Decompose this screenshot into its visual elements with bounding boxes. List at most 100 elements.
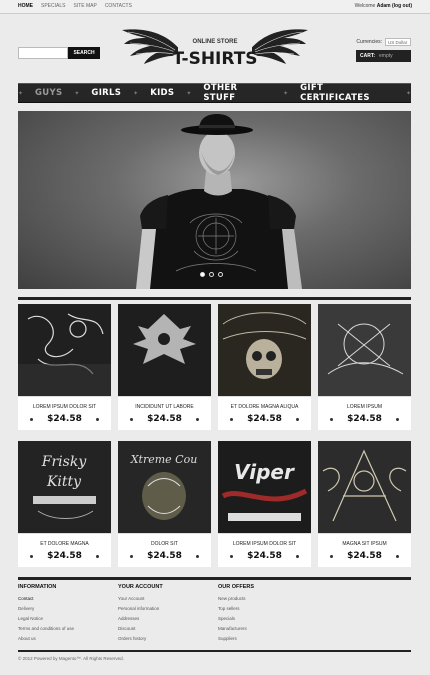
currency-select[interactable]: US Dollar [385, 38, 411, 46]
slide-dot-3[interactable] [218, 272, 223, 277]
bullet-icon [95, 554, 99, 558]
bullet-icon [195, 417, 199, 421]
footer-link-manufacturers[interactable]: Manufacturers [218, 624, 254, 634]
nav-item-gift-certificates[interactable]: GIFT CERTIFICATES [288, 83, 406, 103]
product-card[interactable]: LOREM IPSUM DOLOR SIT $24.58 [18, 304, 111, 430]
top-nav-contacts[interactable]: CONTACTS [105, 3, 132, 9]
search-input[interactable] [18, 47, 68, 59]
product-image[interactable] [218, 304, 311, 396]
product-info: DOLOR SIT $24.58 [118, 533, 211, 567]
footer-link-addresses[interactable]: Addresses [118, 614, 163, 624]
product-image[interactable]: Frisky Kitty [18, 441, 111, 533]
product-info: LOREM IPSUM DOLOR SIT $24.58 [218, 533, 311, 567]
product-price: $24.58 [147, 551, 182, 561]
product-card[interactable]: Frisky Kitty ET DOLORE MAGNA $24.58 [18, 441, 111, 567]
footer-link-legal-notice[interactable]: Legal Notice [18, 614, 74, 624]
footer-link-personal-info[interactable]: Personal information [118, 604, 163, 614]
footer-link-specials[interactable]: Specials [218, 614, 254, 624]
slide-dot-1[interactable] [200, 272, 205, 277]
product-card[interactable]: INCIDIDUNT UT LABORE $24.58 [118, 304, 211, 430]
search-form: SEARCH [18, 47, 100, 59]
product-name[interactable]: ET DOLORE MAGNA [18, 534, 111, 547]
svg-text:Viper: Viper [234, 460, 295, 484]
hero-banner[interactable] [18, 111, 411, 289]
bullet-icon [195, 554, 199, 558]
bullet-icon [130, 417, 133, 421]
product-price: $24.58 [47, 414, 82, 424]
bullet-icon [30, 554, 33, 558]
top-nav-sitemap[interactable]: SITE MAP [73, 3, 96, 9]
section-divider [18, 297, 411, 300]
footer-link-orders-history[interactable]: Orders history [118, 634, 163, 644]
product-name[interactable]: LOREM IPSUM DOLOR SIT [218, 534, 311, 547]
svg-text:Frisky: Frisky [41, 454, 88, 470]
product-card[interactable]: ET DOLORE MAGNA ALIQUA $24.58 [218, 304, 311, 430]
main-nav: ✦ GUYS ✦ GIRLS ✦ KIDS ✦ OTHER STUFF ✦ GI… [18, 83, 411, 103]
footer-link-delivery[interactable]: Delivery [18, 604, 74, 614]
footer-link-contact[interactable]: Contact [18, 594, 74, 604]
nav-item-guys[interactable]: GUYS [23, 88, 74, 98]
logout-link[interactable]: (log out) [392, 3, 412, 9]
product-name[interactable]: ET DOLORE MAGNA ALIQUA [218, 397, 311, 410]
footer-divider [18, 650, 411, 652]
nav-separator: ✦ [405, 90, 411, 97]
nav-item-girls[interactable]: GIRLS [79, 88, 133, 98]
currency-value: US Dollar [388, 39, 408, 45]
bullet-icon [395, 417, 399, 421]
product-name[interactable]: INCIDIDUNT UT LABORE [118, 397, 211, 410]
winged-logo-icon: ONLINE STORE T-SHIRTS [122, 29, 308, 69]
product-image[interactable] [318, 441, 411, 533]
product-price: $24.58 [247, 551, 282, 561]
product-image[interactable] [318, 304, 411, 396]
logo-title: T-SHIRTS [172, 49, 257, 69]
top-nav-home[interactable]: HOME [18, 3, 33, 9]
product-card[interactable]: Xtreme Cou DOLOR SIT $24.58 [118, 441, 211, 567]
footer-link-about[interactable]: About us [18, 634, 74, 644]
search-button[interactable]: SEARCH [68, 47, 100, 59]
bullet-icon [295, 417, 299, 421]
footer-heading: INFORMATION [18, 584, 57, 590]
product-info: LOREM IPSUM $24.58 [318, 396, 411, 430]
footer-link-terms[interactable]: Terms and conditions of use [18, 624, 74, 634]
nav-item-kids[interactable]: KIDS [138, 88, 186, 98]
top-nav-specials[interactable]: SPECIALS [41, 3, 65, 9]
product-image[interactable]: Xtreme Cou [118, 441, 211, 533]
product-name[interactable]: MAGNA SIT IPSUM [318, 534, 411, 547]
bullet-icon [230, 417, 233, 421]
product-image[interactable] [118, 304, 211, 396]
product-image[interactable]: Viper [218, 441, 311, 533]
product-name[interactable]: LOREM IPSUM DOLOR SIT [18, 397, 111, 410]
product-price: $24.58 [347, 414, 382, 424]
bullet-icon [230, 554, 233, 558]
product-name[interactable]: DOLOR SIT [118, 534, 211, 547]
product-info: INCIDIDUNT UT LABORE $24.58 [118, 396, 211, 430]
nav-item-other-stuff[interactable]: OTHER STUFF [191, 83, 283, 103]
bullet-icon [30, 417, 33, 421]
footer-link-your-account[interactable]: Your Account [118, 594, 163, 604]
top-bar: HOME SPECIALS SITE MAP CONTACTS Welcome … [0, 0, 430, 14]
product-card[interactable]: Viper LOREM IPSUM DOLOR SIT $24.58 [218, 441, 311, 567]
bullet-icon [330, 417, 333, 421]
product-name[interactable]: LOREM IPSUM [318, 397, 411, 410]
product-card[interactable]: LOREM IPSUM $24.58 [318, 304, 411, 430]
product-price: $24.58 [147, 414, 182, 424]
welcome-user: Adam [376, 3, 391, 9]
product-info: ET DOLORE MAGNA $24.58 [18, 533, 111, 567]
product-info: ET DOLORE MAGNA ALIQUA $24.58 [218, 396, 311, 430]
footer-heading: OUR OFFERS [218, 584, 255, 590]
product-image[interactable] [18, 304, 111, 396]
bullet-icon [395, 554, 399, 558]
footer-account: YOUR ACCOUNT Your Account Personal infor… [118, 584, 163, 644]
product-card[interactable]: MAGNA SIT IPSUM $24.58 [318, 441, 411, 567]
site-logo[interactable]: ONLINE STORE T-SHIRTS [120, 22, 310, 78]
footer-link-suppliers[interactable]: Suppliers [218, 634, 254, 644]
slide-dot-2[interactable] [209, 272, 214, 277]
cart-button[interactable]: CART: empty [356, 50, 411, 62]
footer-link-discount[interactable]: Discount [118, 624, 163, 634]
footer-link-new-products[interactable]: New products [218, 594, 254, 604]
footer-heading: YOUR ACCOUNT [118, 584, 163, 590]
currency-switcher: Currencies: US Dollar [356, 38, 411, 46]
footer-link-top-sellers[interactable]: Top sellers [218, 604, 254, 614]
product-price: $24.58 [347, 551, 382, 561]
cart-value: empty [379, 53, 393, 59]
